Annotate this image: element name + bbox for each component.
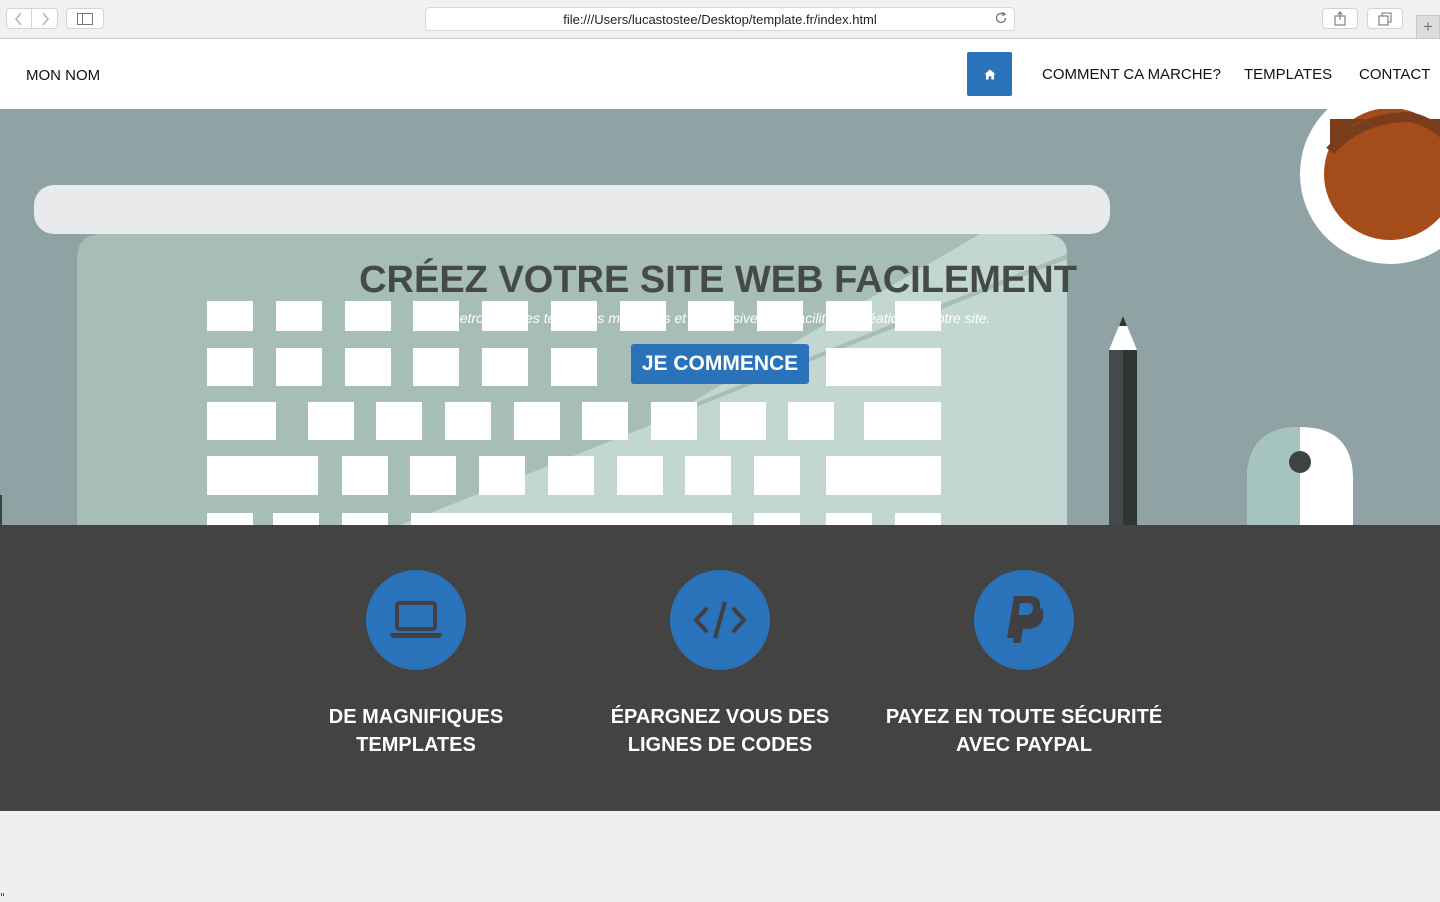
- url-text: file:///Users/lucastostee/Desktop/templa…: [563, 11, 877, 27]
- address-bar[interactable]: file:///Users/lucastostee/Desktop/templa…: [425, 7, 1015, 31]
- footer-area: [1, 884, 5, 896]
- feature-templates: DE MAGNIFIQUES TEMPLATES: [266, 570, 566, 759]
- feature-icon-circle: [366, 570, 466, 670]
- share-icon: [1334, 11, 1346, 26]
- sidebar-icon: [77, 12, 93, 25]
- tabs-overview-icon: [1378, 11, 1392, 26]
- browser-toolbar: file:///Users/lucastostee/Desktop/templa…: [0, 0, 1440, 39]
- dots-icon: [1, 893, 4, 896]
- feature-title: ÉPARGNEZ VOUS DES LIGNES DE CODES: [610, 706, 830, 756]
- chevron-right-icon: [41, 11, 49, 26]
- reload-icon[interactable]: [994, 11, 1008, 28]
- sidebar-toggle-button[interactable]: [66, 8, 104, 29]
- hero-subtitle: Retrouvez des templates modernes et resp…: [449, 310, 991, 326]
- feature-icon-circle: [670, 570, 770, 670]
- code-icon: [693, 601, 747, 639]
- hero-title: CRÉEZ VOTRE SITE WEB FACILEMENT: [359, 259, 1077, 301]
- feature-title: PAYEZ EN TOUTE SÉCURITÉ AVEC PAYPAL: [885, 706, 1163, 756]
- home-button[interactable]: [967, 52, 1012, 96]
- show-tabs-button[interactable]: [1367, 8, 1403, 29]
- laptop-icon: [390, 601, 442, 638]
- new-tab-button[interactable]: +: [1416, 15, 1440, 39]
- forward-button[interactable]: [32, 8, 58, 29]
- history-buttons: [6, 8, 58, 29]
- chevron-left-icon: [14, 11, 22, 26]
- feature-icon-circle: [974, 570, 1074, 670]
- keyboard-top-bar: [34, 185, 1110, 234]
- feature-paypal: PAYEZ EN TOUTE SÉCURITÉ AVEC PAYPAL: [874, 570, 1174, 759]
- home-icon: [984, 69, 995, 79]
- paypal-icon: [1007, 596, 1044, 643]
- nav-link-comment-ca-marche[interactable]: COMMENT CA MARCHE?: [1042, 66, 1221, 83]
- back-button[interactable]: [6, 8, 32, 29]
- nav-link-contact[interactable]: CONTACT: [1359, 66, 1430, 83]
- features-section: DE MAGNIFIQUES TEMPLATES ÉPARGNEZ VOUS D…: [0, 525, 1440, 811]
- get-started-button[interactable]: JE COMMENCE: [631, 344, 809, 384]
- hero-section: CRÉEZ VOTRE SITE WEB FACILEMENT Retrouve…: [0, 109, 1440, 525]
- nav-link-templates[interactable]: TEMPLATES: [1244, 66, 1332, 83]
- site-header: MON NOM COMMENT CA MARCHE? TEMPLATES CON…: [0, 39, 1440, 109]
- site-brand[interactable]: MON NOM: [26, 67, 100, 84]
- feature-code: ÉPARGNEZ VOUS DES LIGNES DE CODES: [570, 570, 870, 759]
- feature-title: DE MAGNIFIQUES TEMPLATES: [328, 706, 504, 756]
- share-button[interactable]: [1322, 8, 1358, 29]
